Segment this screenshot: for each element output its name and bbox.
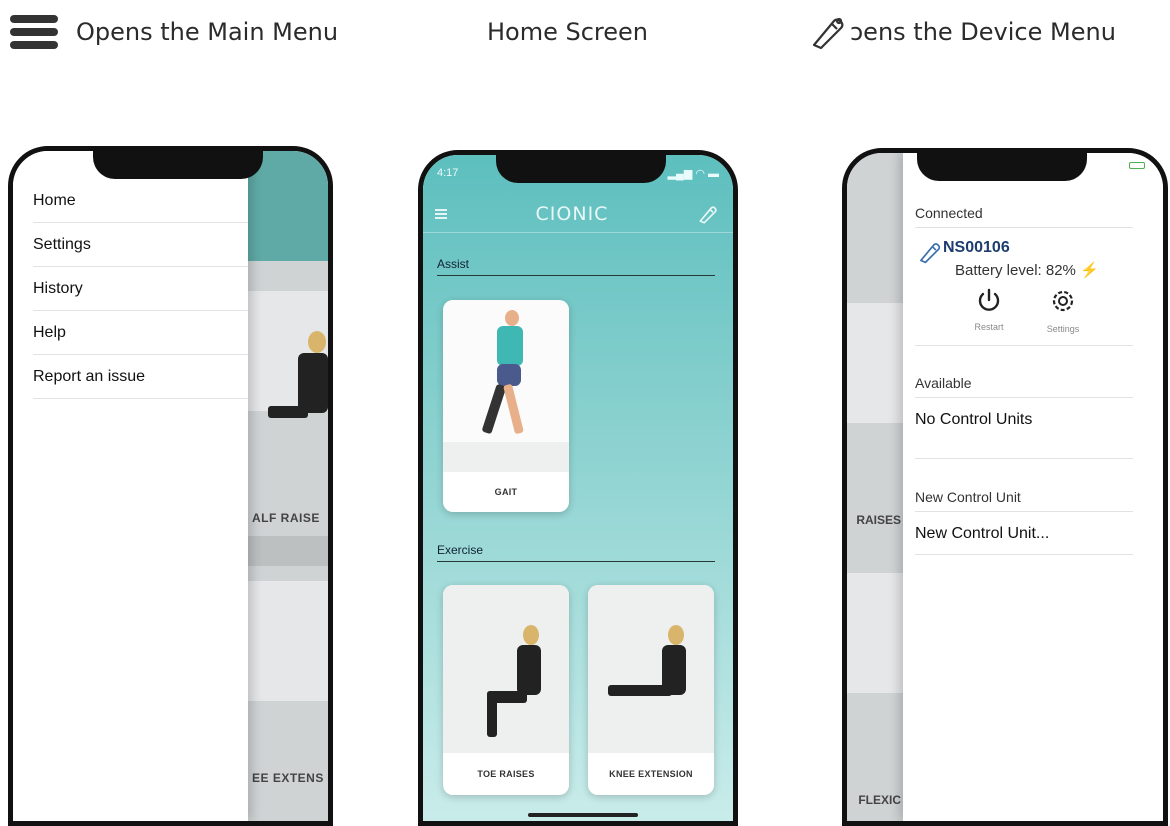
background-divider (248, 536, 328, 566)
card-label-knee-extension: KNEE EXTENSION (609, 769, 693, 779)
card-toe-raises[interactable]: TOE RAISES (443, 585, 569, 795)
figure-head (308, 331, 326, 353)
section-title-assist: Assist (437, 257, 715, 276)
figure-body (497, 326, 523, 366)
figure-head (505, 310, 519, 326)
new-control-unit-section-header: New Control Unit (915, 489, 1133, 512)
status-icons: ▂▄▆ ◠ ▬ (667, 168, 719, 180)
restart-label: Restart (974, 322, 1004, 332)
card-floor (443, 442, 569, 472)
background-label-calf-raise: ALF RAISE (252, 511, 320, 525)
background-screen: RAISES FLEXIC (847, 153, 903, 821)
card-image (588, 585, 714, 753)
app-logo: CIONIC (535, 202, 609, 225)
menu-item-history[interactable]: History (33, 267, 248, 311)
background-label-raises: RAISES (856, 513, 901, 527)
restart-button[interactable]: Restart (959, 287, 1019, 332)
available-list-empty: No Control Units (915, 411, 1133, 459)
device-settings-button[interactable]: Settings (1033, 287, 1093, 334)
status-battery-icon (1129, 162, 1145, 169)
device-menu-panel: Connected NS00106 Battery level: 82% ⚡ R… (903, 153, 1163, 821)
card-label-gait: GAIT (494, 487, 518, 497)
settings-gear-icon (1052, 290, 1074, 312)
background-exercise-image (248, 581, 328, 701)
phone-home-screen: 4:17 ▂▄▆ ◠ ▬ CIONIC Assist GAIT Exercise… (418, 150, 738, 826)
device-name[interactable]: NS00106 (943, 239, 1010, 257)
caption-home-screen-text: Home Screen (487, 18, 649, 46)
hamburger-menu-icon[interactable] (435, 207, 447, 221)
card-image (443, 585, 569, 753)
new-control-unit-button[interactable]: New Control Unit... (915, 525, 1133, 555)
figure-leg (503, 383, 524, 435)
figure-body (298, 353, 328, 413)
phone-notch (93, 151, 263, 179)
figure-leg (608, 685, 672, 696)
card-knee-extension[interactable]: KNEE EXTENSION (588, 585, 714, 795)
background-screen: ALF RAISE EE EXTENS (248, 151, 328, 821)
main-menu-drawer: Home Settings History Help Report an iss… (13, 151, 248, 821)
caption-home-screen: Home Screen (487, 12, 648, 52)
figure-head (523, 625, 539, 645)
hamburger-menu-icon (10, 15, 58, 49)
menu-item-home[interactable]: Home (33, 179, 248, 223)
menu-item-report-issue[interactable]: Report an issue (33, 355, 248, 399)
caption-device-menu-text: ɔens the Device Menu (850, 18, 1116, 46)
menu-item-help[interactable]: Help (33, 311, 248, 355)
phone-device-menu: RAISES FLEXIC Connected NS00106 Battery … (842, 148, 1168, 826)
phone-notch (496, 155, 666, 183)
figure-leg (481, 383, 507, 435)
menu-item-settings[interactable]: Settings (33, 223, 248, 267)
connected-section-header: Connected (915, 205, 1133, 228)
figure-leg (268, 406, 308, 418)
background-label-flexion: FLEXIC (858, 793, 901, 807)
figure-head (668, 625, 684, 645)
caption-device-menu: ɔens the Device Menu (808, 12, 1116, 52)
phone-notch (917, 153, 1087, 181)
card-image (443, 300, 569, 472)
divider (915, 345, 1133, 346)
section-title-exercise: Exercise (437, 543, 715, 562)
charging-bolt-icon: ⚡ (1080, 262, 1099, 279)
pen-device-icon (920, 243, 941, 264)
background-exercise-image (847, 303, 903, 423)
home-indicator (528, 813, 638, 817)
restart-icon (978, 288, 1000, 311)
settings-label: Settings (1046, 324, 1080, 334)
pen-device-icon (812, 17, 844, 50)
battery-level-text: Battery level: 82% ⚡ (955, 261, 1099, 279)
figure-body (517, 645, 541, 695)
card-label-toe-raises: TOE RAISES (477, 769, 535, 779)
status-time: 4:17 (437, 167, 459, 179)
phone-main-menu: ALF RAISE EE EXTENS Home Settings Histor… (8, 146, 333, 826)
available-section-header: Available (915, 375, 1133, 398)
caption-main-menu: Opens the Main Menu (10, 12, 338, 52)
figure-shin (487, 691, 497, 737)
pen-device-icon[interactable] (697, 203, 719, 225)
card-gait[interactable]: GAIT (443, 300, 569, 512)
home-screen: 4:17 ▂▄▆ ◠ ▬ CIONIC Assist GAIT Exercise… (423, 155, 733, 821)
background-exercise-image (847, 573, 903, 693)
battery-level-label: Battery level: 82% (955, 262, 1076, 279)
nav-bar: CIONIC (423, 195, 733, 233)
background-label-knee-extension: EE EXTENS (252, 771, 324, 785)
figure-shorts (497, 364, 521, 386)
main-menu-list: Home Settings History Help Report an iss… (33, 179, 248, 399)
caption-main-menu-text: Opens the Main Menu (76, 18, 339, 46)
